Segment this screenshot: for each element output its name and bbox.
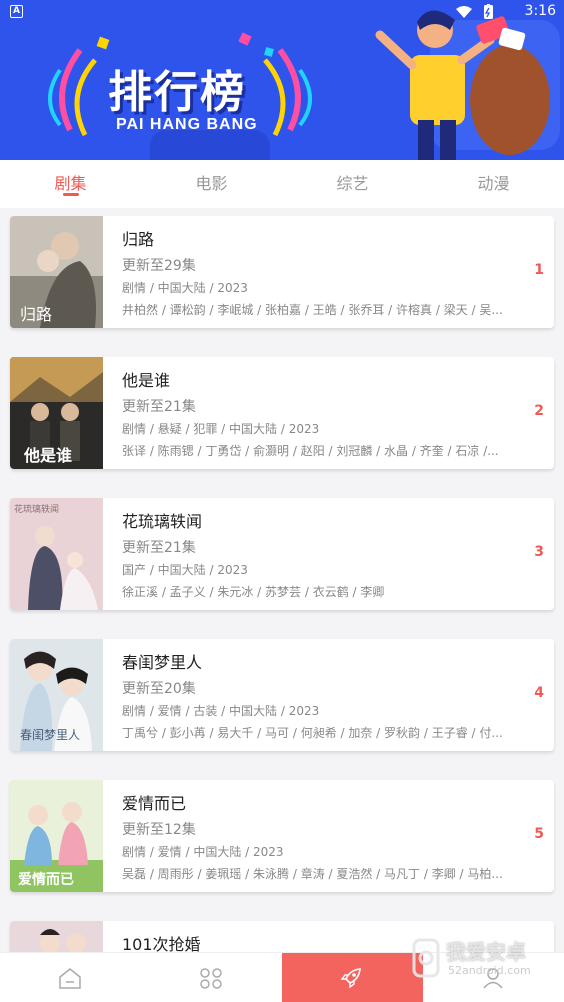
poster-image: 他是谁	[10, 357, 103, 469]
svg-text:花琉璃轶闻: 花琉璃轶闻	[14, 503, 59, 515]
item-cast: 丁禹兮 / 彭小苒 / 易大千 / 马可 / 何昶希 / 加奈 / 罗秋韵 / …	[122, 726, 503, 740]
app-screen: A 3:16 排行榜 PAI HANG BANG 剧集 电影 综艺 动漫 归路 …	[0, 0, 564, 1002]
item-title: 他是谁	[122, 371, 171, 390]
item-tags: 剧情 / 爱情 / 古装 / 中国大陆 / 2023	[122, 704, 320, 718]
tab-movies[interactable]: 电影	[141, 160, 282, 208]
item-tags: 剧情 / 中国大陆 / 2023	[122, 281, 248, 295]
item-rank: 3	[534, 544, 544, 560]
poster-image: 花琉璃轶闻	[10, 498, 103, 610]
list-item[interactable]: 归路 归路 更新至29集 剧情 / 中国大陆 / 2023 井柏然 / 谭松韵 …	[10, 216, 554, 328]
item-tags: 剧情 / 爱情 / 中国大陆 / 2023	[122, 845, 284, 859]
item-update: 更新至21集	[122, 399, 196, 415]
item-cast: 井柏然 / 谭松韵 / 李岷城 / 张柏嘉 / 王皓 / 张乔耳 / 许榕真 /…	[122, 303, 503, 317]
tab-label: 综艺	[336, 174, 369, 193]
tab-label: 动漫	[477, 174, 510, 193]
site-watermark: 我爱安卓 52android.com	[404, 930, 564, 990]
item-tags: 剧情 / 悬疑 / 犯罪 / 中国大陆 / 2023	[122, 422, 320, 436]
banner-subtitle: PAI HANG BANG	[116, 116, 258, 133]
item-rank: 2	[534, 403, 544, 419]
item-tags: 国产 / 中国大陆 / 2023	[122, 563, 248, 577]
nav-categories[interactable]	[141, 953, 282, 1002]
active-tab-indicator	[62, 193, 79, 196]
item-update: 更新至12集	[122, 822, 196, 838]
svg-text:爱情而已: 爱情而已	[18, 871, 74, 888]
list-item[interactable]: 爱情而已 爱情而已 更新至12集 剧情 / 爱情 / 中国大陆 / 2023 吴…	[10, 780, 554, 892]
tab-tv-series[interactable]: 剧集	[0, 160, 141, 208]
item-update: 更新至21集	[122, 540, 196, 556]
banner-title: 排行榜	[108, 67, 246, 118]
item-cast: 徐正溪 / 孟子义 / 朱元冰 / 苏梦芸 / 衣云鹤 / 李卿	[122, 585, 385, 599]
item-update: 更新至29集	[122, 258, 196, 274]
list-item[interactable]: 他是谁 他是谁 更新至21集 剧情 / 悬疑 / 犯罪 / 中国大陆 / 202…	[10, 357, 554, 469]
rocket-icon	[340, 968, 361, 989]
item-cast: 张译 / 陈雨锶 / 丁勇岱 / 俞灏明 / 赵阳 / 刘冠麟 / 水晶 / 齐…	[122, 444, 499, 458]
item-rank: 4	[534, 685, 544, 701]
watermark-logo-icon	[412, 938, 440, 978]
item-rank: 1	[534, 262, 544, 278]
ranking-banner: A 3:16 排行榜 PAI HANG BANG	[0, 0, 564, 160]
category-tabs: 剧集 电影 综艺 动漫	[0, 160, 564, 208]
item-rank: 5	[534, 826, 544, 842]
tab-label: 剧集	[54, 174, 87, 193]
tab-variety[interactable]: 综艺	[282, 160, 423, 208]
poster-image: 春闺梦里人	[10, 639, 103, 751]
nav-home[interactable]	[0, 953, 141, 1002]
item-update: 更新至20集	[122, 681, 196, 697]
tab-label: 电影	[195, 174, 228, 193]
notification-badge: A	[10, 5, 23, 18]
item-title: 归路	[122, 230, 155, 249]
grid-icon	[200, 968, 222, 989]
list-item[interactable]: 春闺梦里人 春闺梦里人 更新至20集 剧情 / 爱情 / 古装 / 中国大陆 /…	[10, 639, 554, 751]
svg-text:春闺梦里人: 春闺梦里人	[20, 727, 80, 742]
item-title: 春闺梦里人	[122, 653, 203, 672]
item-title: 爱情而已	[122, 794, 187, 813]
poster-image: 归路	[10, 216, 103, 328]
person-illustration-icon	[375, 10, 550, 160]
list-item[interactable]: 花琉璃轶闻 花琉璃轶闻 更新至21集 国产 / 中国大陆 / 2023 徐正溪 …	[10, 498, 554, 610]
svg-text:他是谁: 他是谁	[23, 446, 72, 465]
svg-text:归路: 归路	[20, 305, 52, 324]
tab-anime[interactable]: 动漫	[423, 160, 564, 208]
home-icon	[59, 968, 81, 989]
item-title: 花琉璃轶闻	[122, 512, 203, 531]
nav-ranking[interactable]	[282, 953, 423, 1002]
item-cast: 吴磊 / 周雨彤 / 姜珮瑶 / 朱泳腾 / 章涛 / 夏浩然 / 马凡丁 / …	[122, 867, 503, 881]
poster-image: 爱情而已	[10, 780, 103, 892]
